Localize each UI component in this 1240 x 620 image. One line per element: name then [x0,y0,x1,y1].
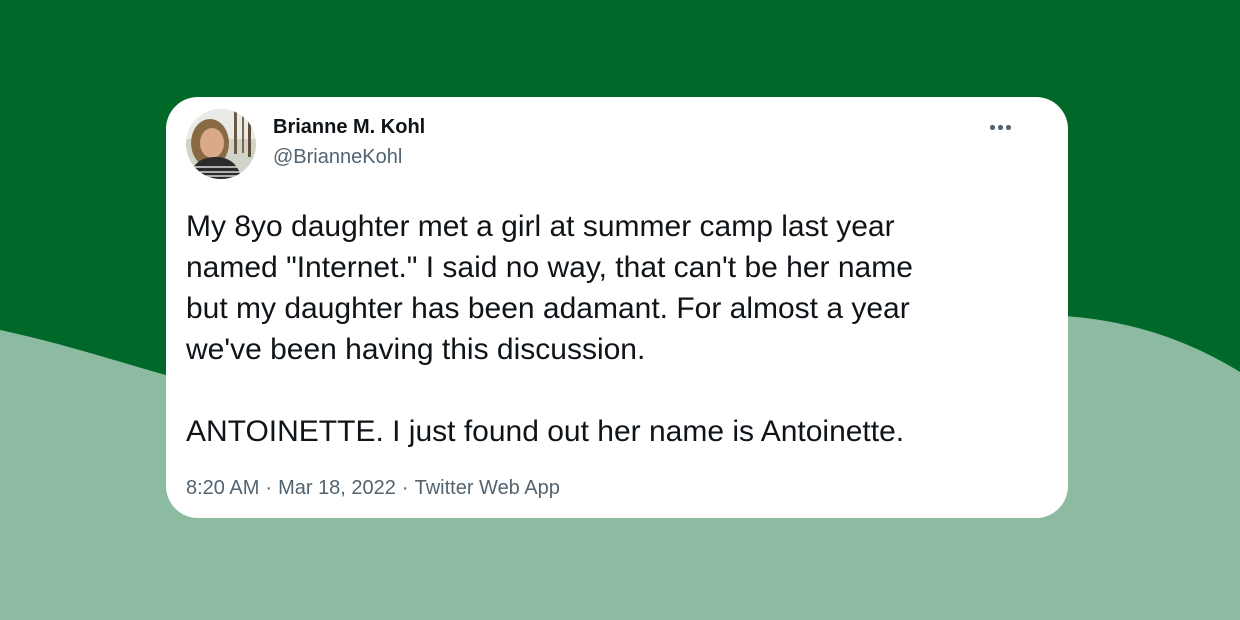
tweet-time[interactable]: 8:20 AM [186,477,259,499]
tweet-date[interactable]: Mar 18, 2022 [278,477,396,499]
tweet-text-line: but my daughter has been adamant. For al… [186,292,910,325]
author-name[interactable]: Brianne M. Kohl [273,116,425,139]
tweet-card: Brianne M. Kohl @BrianneKohl My 8yo daug… [166,97,1068,518]
meta-separator: · [265,477,273,499]
tweet-text-line: My 8yo daughter met a girl at summer cam… [186,210,895,243]
more-options-icon[interactable] [986,115,1022,139]
author-handle[interactable]: @BrianneKohl [273,146,402,169]
tweet-source[interactable]: Twitter Web App [415,477,560,499]
tweet-text-line: ANTOINETTE. I just found out her name is… [186,415,905,448]
meta-separator: · [401,477,409,499]
tweet-text-line: we've been having this discussion. [186,333,646,366]
avatar[interactable] [186,109,256,179]
tweet-text-line: named "Internet." I said no way, that ca… [186,251,913,284]
tweet-text: My 8yo daughter met a girl at summer cam… [186,206,1046,452]
tweet-meta: 8:20 AM · Mar 18, 2022 · Twitter Web App [186,477,560,500]
